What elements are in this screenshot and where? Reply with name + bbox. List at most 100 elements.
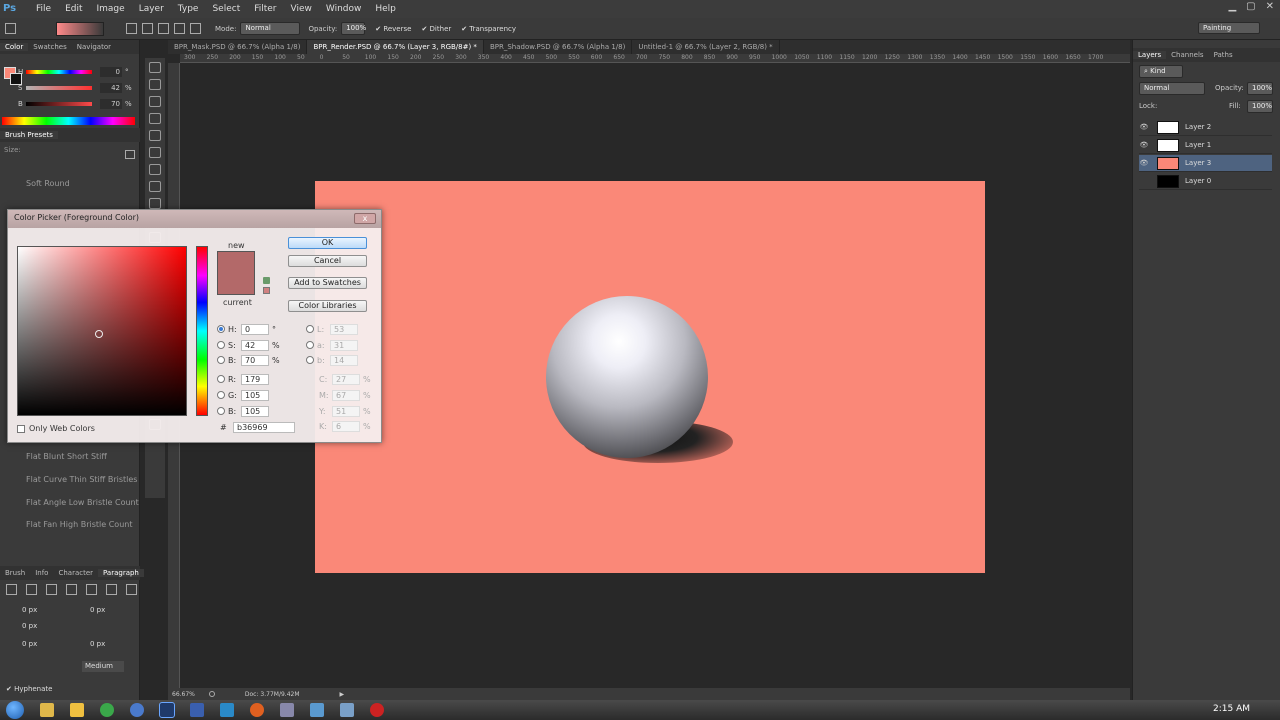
hyphenate-checkbox[interactable]: ✔ Hyphenate	[6, 685, 52, 693]
field-c[interactable]: C: 27 %	[319, 373, 371, 385]
status-arrow-icon[interactable]: ▶	[340, 691, 345, 698]
field-g-input[interactable]: 105	[241, 389, 269, 401]
radio-blue[interactable]	[217, 407, 225, 415]
menu-layer[interactable]: Layer	[132, 0, 171, 18]
justify-left-icon[interactable]	[66, 584, 77, 595]
space-after-field[interactable]: 0 px	[90, 640, 105, 648]
layer-name[interactable]: Layer 1	[1185, 141, 1211, 149]
field-a-input[interactable]: 31	[330, 339, 358, 351]
web-color-swatch-icon[interactable]	[263, 287, 270, 294]
menu-view[interactable]: View	[284, 0, 319, 18]
field-b[interactable]: B: 70 %	[217, 354, 280, 366]
transparency-checkbox[interactable]: ✔ Transparency	[461, 25, 516, 33]
hex-field[interactable]: # b36969	[220, 422, 295, 433]
gradient-linear-icon[interactable]	[126, 23, 137, 34]
field-r[interactable]: R: 179	[217, 373, 272, 385]
app-icon[interactable]	[190, 703, 204, 717]
browser-icon[interactable]	[130, 703, 144, 717]
brightness-slider-track[interactable]	[26, 102, 92, 106]
menu-image[interactable]: Image	[90, 0, 132, 18]
layer-name[interactable]: Layer 2	[1185, 123, 1211, 131]
radio-h[interactable]	[217, 325, 225, 333]
hex-input[interactable]: b36969	[233, 422, 295, 433]
radio-r[interactable]	[217, 375, 225, 383]
marquee-tool-icon[interactable]	[149, 79, 161, 90]
field-g[interactable]: G: 105	[217, 389, 272, 401]
doc-tab-bpr-shadow[interactable]: BPR_Shadow.PSD @ 66.7% (Alpha 1/8)	[484, 40, 633, 54]
app-icon[interactable]	[340, 703, 354, 717]
radio-b[interactable]	[217, 356, 225, 364]
doc-tab-bpr-render[interactable]: BPR_Render.PSD @ 66.7% (Layer 3, RGB/8#)…	[307, 40, 484, 54]
layer-fill-field[interactable]: 100%	[1247, 100, 1273, 113]
explorer-icon[interactable]	[40, 703, 54, 717]
menu-edit[interactable]: Edit	[58, 0, 89, 18]
system-clock[interactable]: 2:15 AM	[1213, 704, 1250, 714]
doc-tab-untitled[interactable]: Untitled-1 @ 66.7% (Layer 2, RGB/8) *	[632, 40, 780, 54]
align-left-icon[interactable]	[6, 584, 17, 595]
radio-a[interactable]	[306, 341, 314, 349]
blend-mode-select[interactable]: Normal	[1139, 82, 1205, 95]
menu-filter[interactable]: Filter	[247, 0, 283, 18]
panel-menu-icon[interactable]	[125, 150, 135, 159]
clone-tool-icon[interactable]	[149, 198, 161, 209]
dither-checkbox[interactable]: ✔ Dither	[421, 25, 451, 33]
crop-tool-icon[interactable]	[149, 130, 161, 141]
tab-brush[interactable]: Brush	[0, 569, 30, 577]
field-h-input[interactable]: 0	[241, 323, 269, 335]
folder-icon[interactable]	[70, 703, 84, 717]
tab-swatches[interactable]: Swatches	[28, 43, 71, 51]
menu-select[interactable]: Select	[205, 0, 247, 18]
only-web-colors-box[interactable]	[17, 424, 25, 433]
out-of-web-gamut-icon[interactable]	[263, 277, 270, 284]
saturation-value[interactable]: 42	[100, 83, 122, 93]
minimize-icon[interactable]: ▁	[1228, 1, 1236, 12]
layer-row-layer-1[interactable]: 👁 Layer 1	[1139, 137, 1272, 154]
field-l[interactable]: L: 53	[306, 323, 358, 335]
tab-paths[interactable]: Paths	[1209, 51, 1238, 59]
eyedropper-tool-icon[interactable]	[149, 147, 161, 158]
field-lab-b[interactable]: b: 14	[306, 354, 358, 366]
menu-type[interactable]: Type	[171, 0, 206, 18]
indent-left-field[interactable]: 0 px	[22, 606, 37, 614]
tab-layers[interactable]: Layers	[1133, 51, 1167, 59]
field-blue[interactable]: B: 105	[217, 405, 272, 417]
field-k-input[interactable]: 6	[332, 420, 360, 432]
layer-filter-kind[interactable]: ⌕ Kind	[1139, 65, 1183, 78]
brightness-slider[interactable]: B 70 %	[18, 99, 132, 109]
brush-flat-angle[interactable]: Flat Angle Low Bristle Count	[26, 498, 139, 507]
radio-l[interactable]	[306, 325, 314, 333]
radio-g[interactable]	[217, 391, 225, 399]
field-h[interactable]: H: 0 °	[217, 323, 276, 335]
field-y-input[interactable]: 51	[332, 405, 360, 417]
lasso-tool-icon[interactable]	[149, 96, 161, 107]
align-right-icon[interactable]	[46, 584, 57, 595]
brush-tool-icon[interactable]	[149, 181, 161, 192]
field-blue-input[interactable]: 105	[241, 405, 269, 417]
tab-navigator[interactable]: Navigator	[72, 43, 116, 51]
layer-name[interactable]: Layer 3	[1185, 159, 1211, 167]
gradient-swatch[interactable]	[56, 21, 104, 36]
hue-slider[interactable]: H 0 °	[18, 67, 129, 77]
field-m-input[interactable]: 67	[332, 389, 360, 401]
tab-paragraph[interactable]: Paragraph	[98, 569, 144, 577]
gradient-radial-icon[interactable]	[142, 23, 153, 34]
field-l-input[interactable]: 53	[330, 323, 358, 335]
eye-icon[interactable]: 👁	[1139, 159, 1149, 167]
doc-tab-bpr-mask[interactable]: BPR_Mask.PSD @ 66.7% (Alpha 1/8)	[168, 40, 308, 54]
field-b-input[interactable]: 70	[241, 354, 269, 366]
layer-row-layer-3[interactable]: 👁 Layer 3	[1139, 155, 1272, 172]
field-c-input[interactable]: 27	[332, 373, 360, 385]
brush-soft-round[interactable]: Soft Round	[26, 179, 70, 188]
status-menu-icon[interactable]	[208, 691, 215, 697]
maximize-icon[interactable]: ▢	[1246, 1, 1255, 12]
color-field-marker[interactable]	[95, 330, 103, 338]
radio-lab-b[interactable]	[306, 356, 314, 364]
color-field[interactable]	[17, 246, 187, 416]
menu-help[interactable]: Help	[368, 0, 403, 18]
saturation-slider-track[interactable]	[26, 86, 92, 90]
tab-channels[interactable]: Channels	[1166, 51, 1208, 59]
gradient-angle-icon[interactable]	[158, 23, 169, 34]
workspace-select[interactable]: Painting	[1198, 22, 1260, 34]
field-m[interactable]: M: 67 %	[319, 389, 371, 401]
chrome-icon[interactable]	[100, 703, 114, 717]
